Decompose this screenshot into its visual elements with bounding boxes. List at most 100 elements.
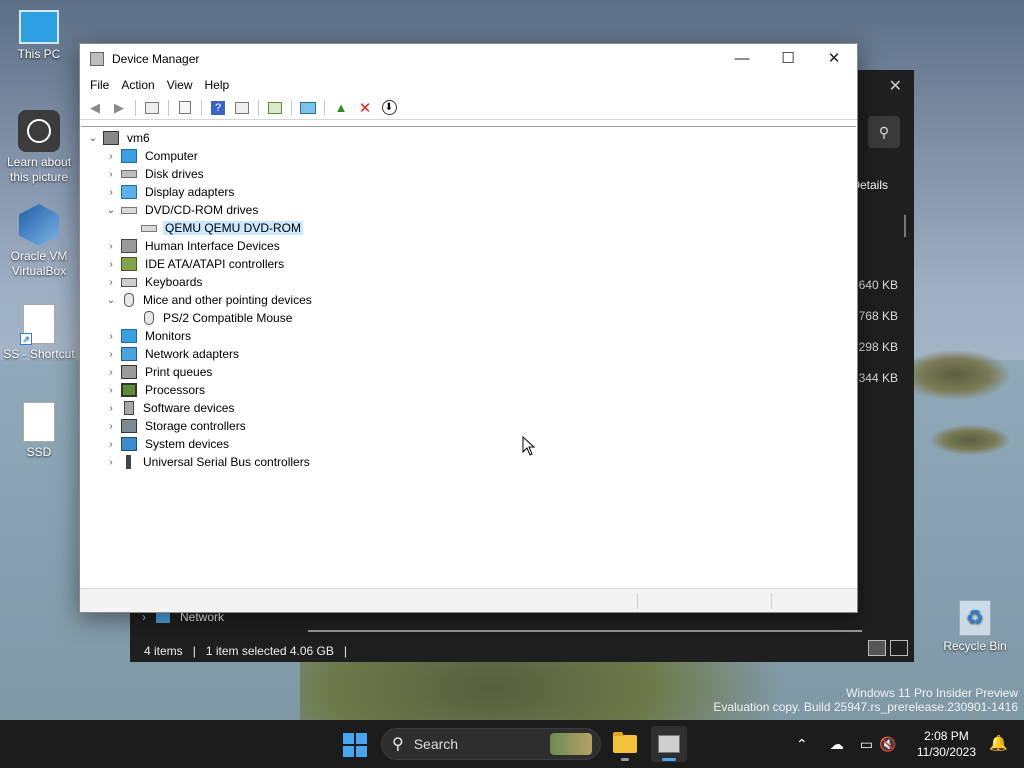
camera-icon [18,110,60,152]
enable-device-icon[interactable]: ▲ [330,98,352,118]
desktop-icon-learn-about-picture[interactable]: Learn about this picture [0,110,78,185]
action-pane-icon[interactable] [231,98,253,118]
clock-date: 11/30/2023 [916,745,976,759]
tree-item-label: Network adapters [145,347,240,361]
menu-action[interactable]: Action [115,78,160,92]
chevron-right-icon[interactable]: › [103,277,119,288]
taskbar: ⚲ Search ⌃ ☁ ▭ 🔇 2:08 PM 11/30/2023 🔔 [0,720,1024,768]
clock[interactable]: 2:08 PM 11/30/2023 [917,728,976,760]
chevron-down-icon[interactable]: ⌄ [85,133,101,144]
clock-time: 2:08 PM [924,729,969,743]
tree-item-storage-controllers[interactable]: › Storage controllers [81,417,856,435]
menu-help[interactable]: Help [199,78,236,92]
chevron-right-icon[interactable]: › [103,385,119,396]
help-icon[interactable]: ? [207,98,229,118]
desktop-icon-label: Recycle Bin [943,639,1007,653]
chevron-right-icon[interactable]: › [103,331,119,342]
horizontal-scrollbar[interactable] [308,630,862,632]
chevron-right-icon[interactable]: › [103,349,119,360]
tree-item-display-adapters[interactable]: › Display adapters [81,183,856,201]
tree-root-label: vm6 [127,131,150,145]
menu-bar: File Action View Help [80,74,857,96]
tree-item-label: Human Interface Devices [145,239,280,253]
forward-icon[interactable]: ▶ [108,98,130,118]
tree-item-hid[interactable]: › Human Interface Devices [81,237,856,255]
search-icon[interactable]: ⚲ [868,116,900,148]
software-device-icon [124,401,134,415]
chevron-right-icon[interactable]: › [103,151,119,162]
device-manager-icon [658,735,680,753]
maximize-button[interactable]: ☐ [765,44,811,74]
tree-item-mice[interactable]: ⌄ Mice and other pointing devices [81,291,856,309]
tree-item-label: System devices [145,437,230,451]
tree-item-system-devices[interactable]: › System devices [81,435,856,453]
tree-item-keyboards[interactable]: › Keyboards [81,273,856,291]
taskbar-search[interactable]: ⚲ Search [381,728,601,760]
desktop-icon-this-pc[interactable]: This PC [0,10,78,62]
tree-item-monitors[interactable]: › Monitors [81,327,856,345]
menu-view[interactable]: View [161,78,199,92]
computer-icon [103,131,119,145]
volume-muted-icon[interactable]: 🔇 [879,736,896,753]
tree-item-dvd-drives[interactable]: ⌄ DVD/CD-ROM drives [81,201,856,219]
chevron-right-icon[interactable]: › [103,187,119,198]
desktop-icon-virtualbox[interactable]: Oracle VM VirtualBox [0,204,78,279]
onedrive-offline-icon[interactable]: ☁ [830,736,844,753]
properties-icon[interactable] [174,98,196,118]
close-button[interactable]: ✕ [811,44,857,74]
tree-item-usb-controllers[interactable]: › Universal Serial Bus controllers [81,453,856,471]
hid-icon [121,239,137,253]
chevron-right-icon[interactable]: › [103,241,119,252]
chevron-right-icon[interactable]: › [103,457,119,468]
chevron-right-icon[interactable]: › [103,403,119,414]
desktop-icon-ssd[interactable]: SSD [0,402,78,460]
chevron-down-icon[interactable]: ⌄ [103,295,119,306]
tree-item-qemu-dvd-rom[interactable]: QEMU QEMU DVD-ROM [81,219,856,237]
windows-start-icon[interactable] [343,733,367,757]
monitor-icon [121,329,137,343]
chevron-right-icon[interactable]: › [103,439,119,450]
document-icon [23,402,55,442]
chevron-down-icon[interactable]: ⌄ [103,205,119,216]
tree-item-software-devices[interactable]: › Software devices [81,399,856,417]
large-icons-view-icon[interactable] [890,640,908,656]
uninstall-device-icon[interactable]: ✕ [354,98,376,118]
desktop-icon-recycle-bin[interactable]: ♻ Recycle Bin [936,600,1014,654]
desktop-icon-ss-shortcut[interactable]: ↗ SS - Shortcut [0,304,78,362]
network-icon[interactable]: ▭ [860,736,873,753]
tree-item-label: Universal Serial Bus controllers [143,455,310,469]
windows-watermark: Windows 11 Pro Insider Preview Evaluatio… [713,686,1018,714]
document-shortcut-icon: ↗ [20,304,55,345]
device-manager-window[interactable]: Device Manager — ☐ ✕ File Action View He… [79,43,858,613]
update-driver-icon[interactable] [264,98,286,118]
scrollbar[interactable] [904,215,906,237]
chevron-up-icon[interactable]: ⌃ [796,736,808,753]
scan-hardware-icon[interactable] [297,98,319,118]
tree-item-ps2-mouse[interactable]: PS/2 Compatible Mouse [81,309,856,327]
tree-item-print-queues[interactable]: › Print queues [81,363,856,381]
tree-item-disk-drives[interactable]: › Disk drives [81,165,856,183]
tree-item-ide-controllers[interactable]: › IDE ATA/ATAPI controllers [81,255,856,273]
system-tray: ⌃ ☁ ▭ 🔇 [796,720,896,768]
details-view-icon[interactable] [868,640,886,656]
chevron-right-icon[interactable]: › [103,367,119,378]
tree-item-label: PS/2 Compatible Mouse [163,311,293,325]
keyboard-icon [121,277,137,287]
tree-item-processors[interactable]: › Processors [81,381,856,399]
notification-bell-icon[interactable]: 🔔 [989,734,1008,752]
file-explorer-taskbar-button[interactable] [607,726,643,762]
show-hide-console-tree-icon[interactable] [141,98,163,118]
tree-item-network-adapters[interactable]: › Network adapters [81,345,856,363]
device-manager-taskbar-button[interactable] [651,726,687,762]
minimize-button[interactable]: — [719,44,765,74]
close-icon[interactable]: ✕ [889,76,902,96]
back-icon[interactable]: ◀ [84,98,106,118]
chevron-right-icon[interactable]: › [103,421,119,432]
chevron-right-icon[interactable]: › [103,259,119,270]
chevron-right-icon[interactable]: › [103,169,119,180]
tree-root[interactable]: ⌄ vm6 [81,129,856,147]
menu-file[interactable]: File [84,78,115,92]
title-bar[interactable]: Device Manager — ☐ ✕ [80,44,857,74]
tree-item-computer[interactable]: › Computer [81,147,856,165]
disable-device-icon[interactable]: ⬇ [378,98,400,118]
